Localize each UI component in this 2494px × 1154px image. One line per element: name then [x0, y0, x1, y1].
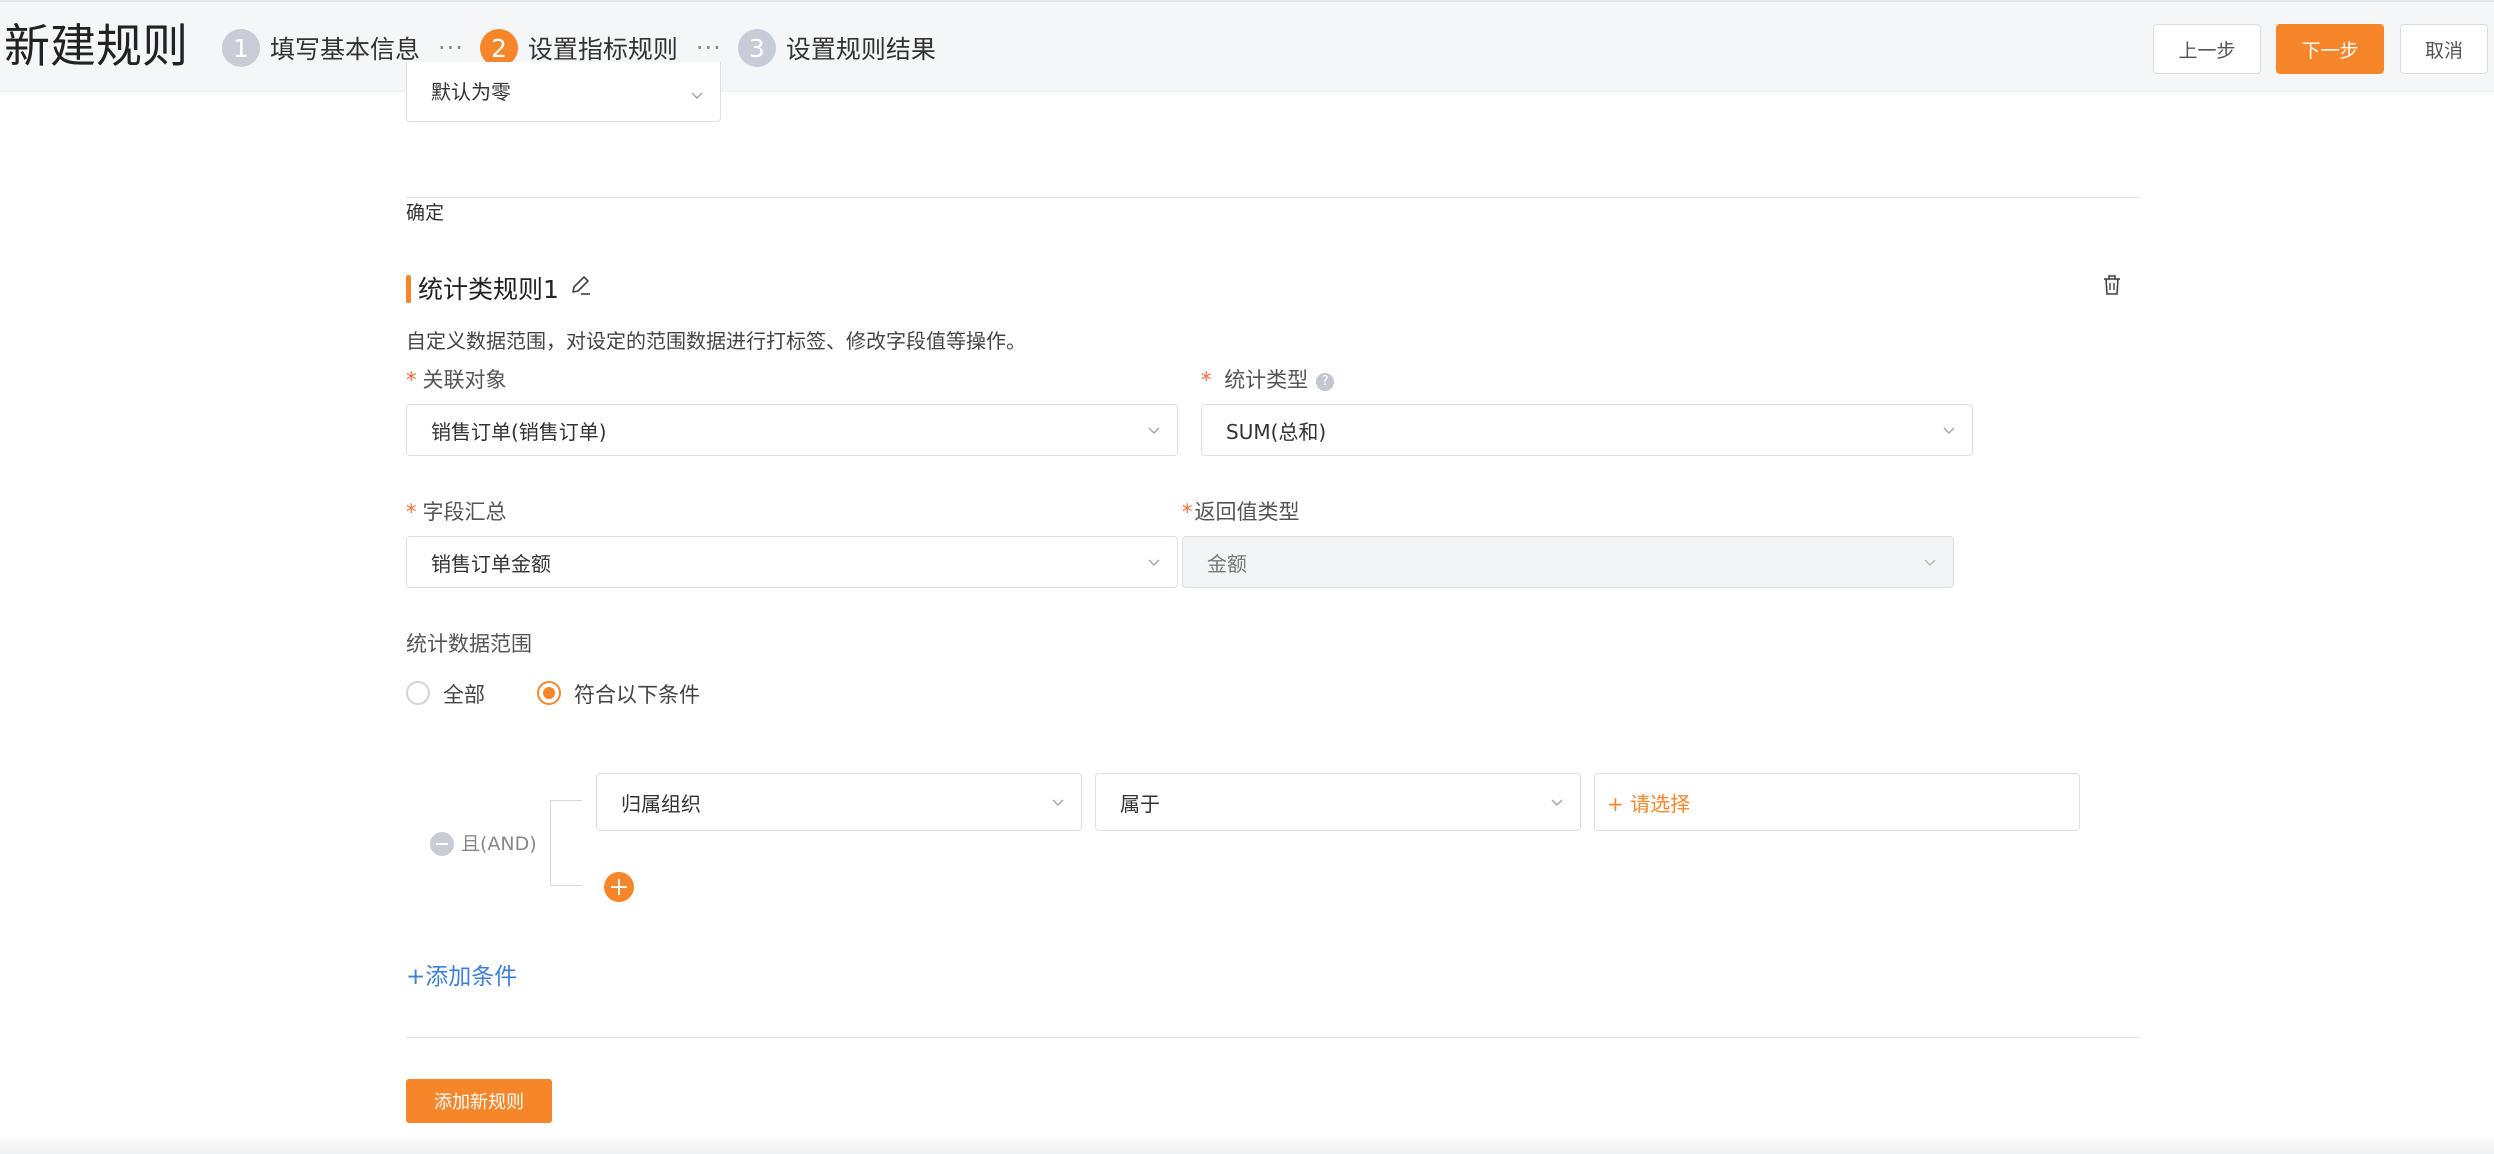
- page-title: 新建规则: [4, 19, 188, 73]
- scope-conditions-label[interactable]: 符合以下条件: [574, 679, 700, 709]
- bottom-shadow: [0, 1138, 2494, 1154]
- return-type-label: *返回值类型: [1182, 500, 1300, 524]
- add-condition-link[interactable]: +添加条件: [406, 957, 517, 991]
- step-3-label: 设置规则结果: [785, 35, 936, 64]
- and-group-remove-icon[interactable]: [430, 832, 454, 856]
- step-3-number: 3: [737, 29, 776, 67]
- condition-field-value: 归属组织: [621, 791, 701, 816]
- help-icon[interactable]: ?: [1316, 373, 1335, 391]
- step-1-label: 填写基本信息: [270, 35, 421, 64]
- condition-operator-value: 属于: [1120, 791, 1160, 816]
- chevron-down-icon: [1923, 555, 1937, 569]
- scope-label: 统计数据范围: [406, 632, 532, 656]
- chevron-down-icon: [1147, 555, 1161, 569]
- step-3[interactable]: 3 设置规则结果: [737, 29, 936, 67]
- condition-bracket: [550, 800, 582, 886]
- step-1-number: 1: [222, 29, 260, 67]
- condition-operator-select[interactable]: 属于: [1095, 773, 1581, 831]
- add-new-rule-button[interactable]: 添加新规则: [406, 1079, 552, 1123]
- section-divider: [406, 1037, 2141, 1038]
- default-value-select[interactable]: 默认为零: [406, 62, 721, 122]
- rule-title: 统计类规则1: [418, 275, 559, 304]
- related-object-label: * 关联对象: [406, 368, 507, 392]
- stat-type-label: * 统计类型?: [1201, 364, 1335, 394]
- scope-conditions-radio[interactable]: [537, 681, 561, 705]
- scope-all-radio[interactable]: [406, 681, 430, 705]
- stat-type-value: SUM(总和): [1226, 419, 1327, 444]
- section-divider: [406, 197, 2141, 198]
- confirm-link[interactable]: 确定: [406, 198, 444, 225]
- rule-description: 自定义数据范围，对设定的范围数据进行打标签、修改字段值等操作。: [406, 329, 1026, 353]
- condition-field-select[interactable]: 归属组织: [596, 773, 1082, 831]
- chevron-down-icon: [1147, 423, 1161, 437]
- step-separator: ···: [438, 34, 464, 62]
- edit-icon[interactable]: [568, 272, 594, 298]
- page-header: 新建规则 1 填写基本信息 ··· 2 设置指标规则 ··· 3 设置规则结果 …: [0, 0, 2494, 92]
- next-step-button[interactable]: 下一步: [2276, 24, 2384, 74]
- chevron-down-icon: [1550, 795, 1564, 809]
- step-separator: ···: [695, 34, 722, 62]
- scope-all-label[interactable]: 全部: [443, 679, 485, 709]
- condition-value-picker[interactable]: + 请选择: [1594, 773, 2080, 831]
- prev-step-button[interactable]: 上一步: [2153, 24, 2261, 74]
- related-object-select[interactable]: 销售订单(销售订单): [406, 404, 1178, 456]
- return-type-select: 金额: [1182, 536, 1954, 588]
- rule-title-accent-bar: [406, 275, 411, 303]
- and-logic-label[interactable]: 且(AND): [461, 829, 537, 856]
- delete-rule-trash-icon[interactable]: [2100, 272, 2124, 298]
- default-value-select-value: 默认为零: [431, 80, 511, 104]
- step-1[interactable]: 1 填写基本信息: [222, 29, 420, 67]
- field-summary-value: 销售订单金额: [431, 551, 551, 576]
- cancel-button[interactable]: 取消: [2400, 24, 2488, 74]
- field-summary-select[interactable]: 销售订单金额: [406, 536, 1178, 588]
- step-2-label: 设置指标规则: [527, 35, 678, 64]
- chevron-down-icon: [1051, 795, 1065, 809]
- chevron-down-icon: [690, 88, 704, 102]
- stat-type-select[interactable]: SUM(总和): [1201, 404, 1973, 456]
- chevron-down-icon: [1942, 423, 1956, 437]
- return-type-value: 金额: [1207, 551, 1247, 576]
- add-sub-condition-icon[interactable]: [604, 872, 634, 902]
- related-object-value: 销售订单(销售订单): [431, 419, 607, 444]
- field-summary-label: * 字段汇总: [406, 500, 507, 524]
